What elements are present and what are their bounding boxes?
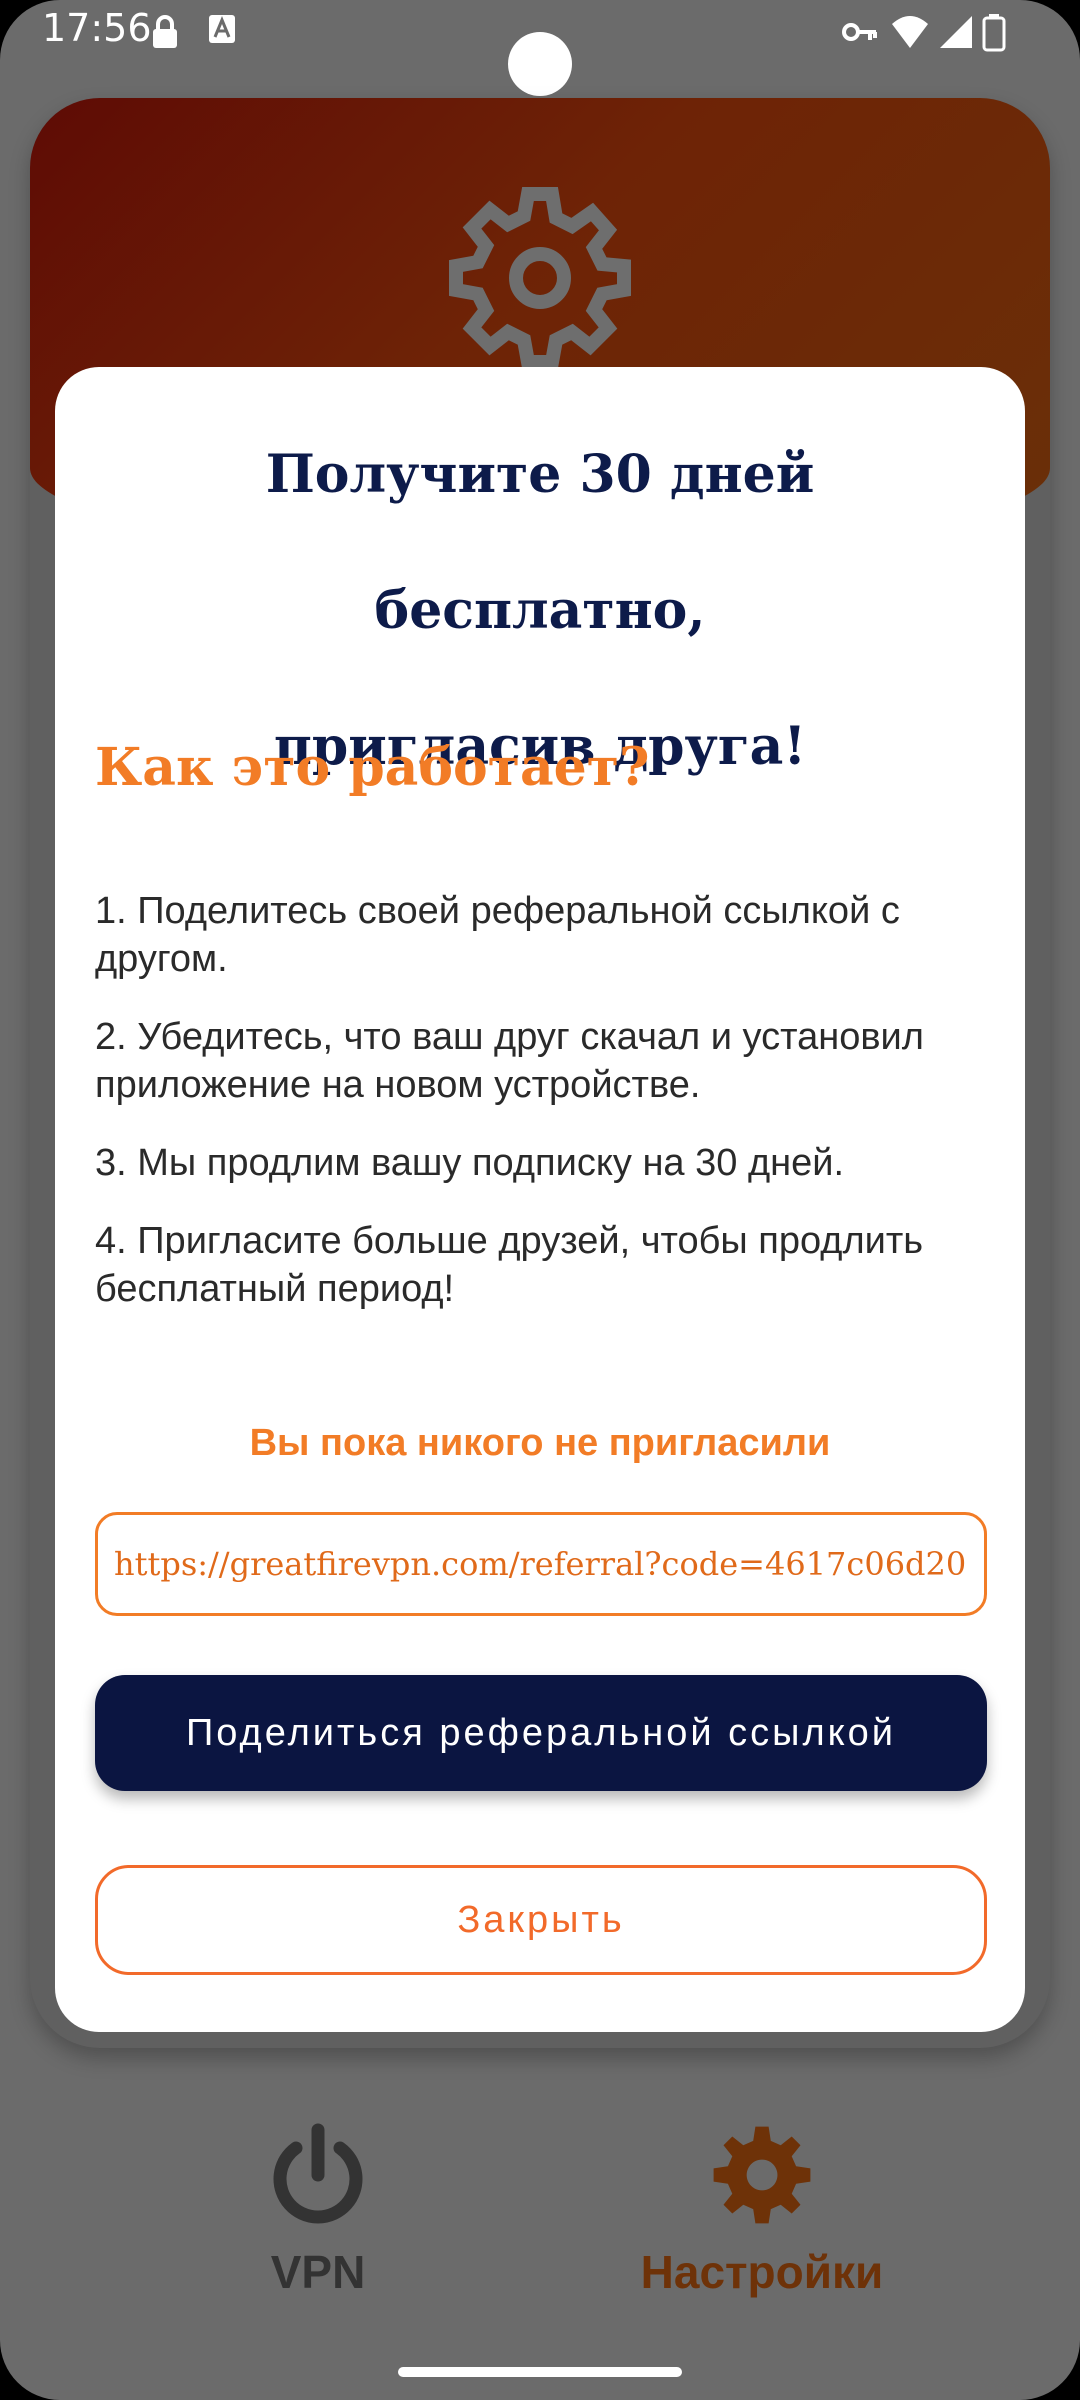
invite-status-text: Вы пока никого не пригласили bbox=[249, 1422, 831, 1464]
referral-link-box[interactable] bbox=[95, 1512, 987, 1616]
battery-icon bbox=[982, 14, 1006, 52]
gear-icon bbox=[449, 187, 631, 369]
nav-vpn[interactable]: VPN bbox=[168, 2120, 468, 2299]
nav-settings-label: Настройки bbox=[640, 2246, 884, 2298]
status-time: 17:56 bbox=[42, 6, 152, 50]
nav-settings[interactable]: Настройки bbox=[612, 2120, 912, 2299]
signal-icon bbox=[940, 16, 972, 48]
home-indicator[interactable] bbox=[398, 2367, 682, 2377]
wifi-icon bbox=[892, 16, 928, 48]
referral-link-field[interactable] bbox=[98, 1515, 984, 1613]
step-item: 1. Поделитесь своей реферальной ссылкой … bbox=[95, 890, 900, 980]
share-referral-button[interactable]: Поделиться реферальной ссылкой bbox=[95, 1675, 987, 1791]
step-item: 4. Пригласите больше друзей, чтобы продл… bbox=[95, 1220, 924, 1310]
steps-list: 1. Поделитесь своей реферальной ссылкой … bbox=[95, 887, 995, 1343]
power-icon bbox=[273, 2123, 363, 2224]
step-item: 3. Мы продлим вашу подписку на 30 дней. bbox=[95, 1142, 845, 1184]
close-button[interactable]: Закрыть bbox=[95, 1865, 987, 1975]
camera-cutout bbox=[508, 32, 572, 96]
gear-icon bbox=[713, 2126, 811, 2224]
vpn-key-icon bbox=[842, 23, 877, 41]
step-item: 2. Убедитесь, что ваш друг скачал и уста… bbox=[95, 1016, 924, 1106]
referral-dialog: Получите 30 дней бесплатно, пригласив др… bbox=[55, 367, 1025, 2032]
nav-vpn-label: VPN bbox=[270, 2246, 366, 2298]
dialog-title-line1: Получите 30 дней бесплатно, bbox=[265, 444, 815, 641]
lock-icon bbox=[153, 15, 177, 48]
app-screen: 17:56 VPN Настройки Получите 30 дней бес… bbox=[0, 0, 1080, 2400]
font-app-icon bbox=[209, 15, 235, 43]
bottom-navigation: VPN Настройки bbox=[0, 2060, 1080, 2400]
how-it-works-heading: Как это работает? bbox=[95, 737, 650, 798]
